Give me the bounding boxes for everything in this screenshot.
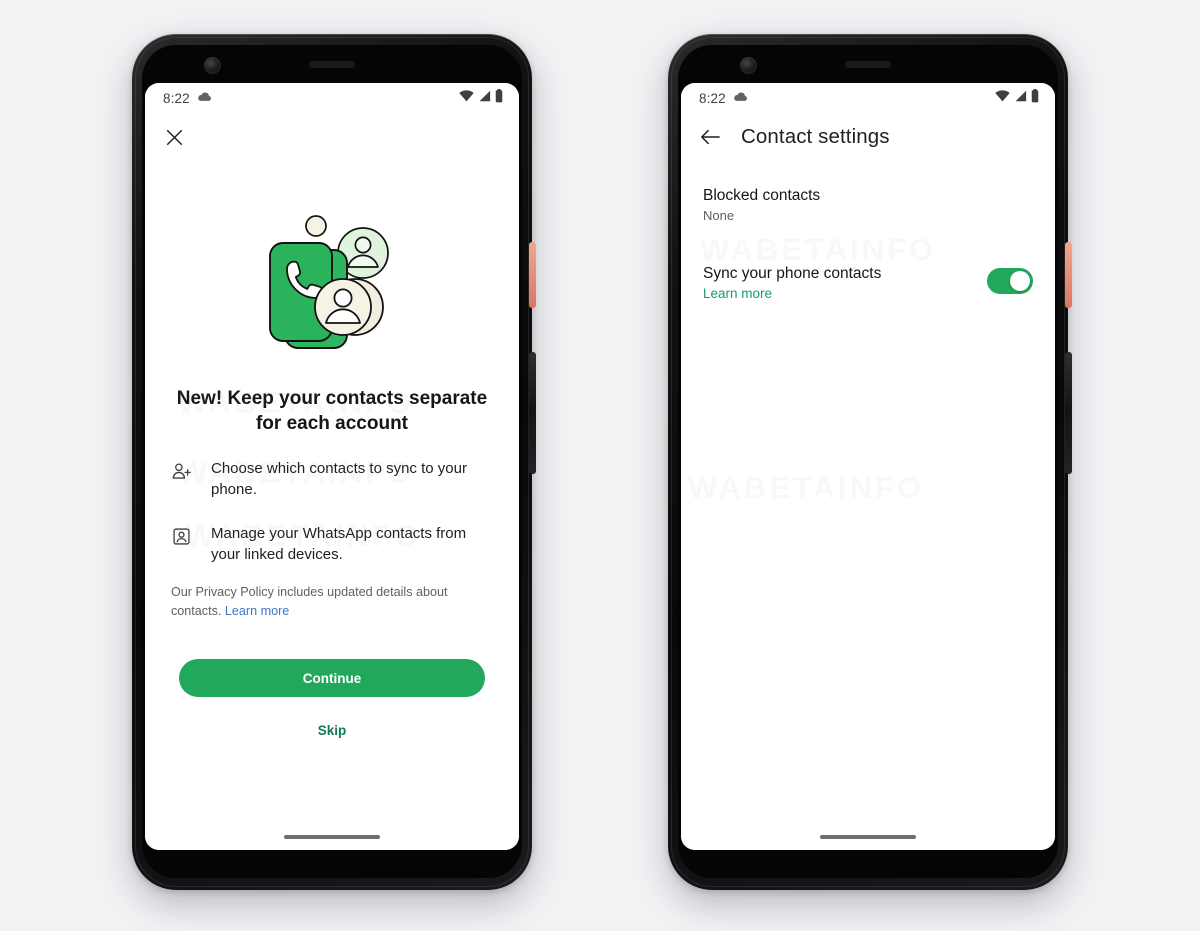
front-camera-icon: [740, 57, 757, 74]
status-bar-left: 8:22: [699, 89, 748, 107]
setting-row-text: Blocked contacts None: [703, 187, 820, 223]
volume-rocker-button[interactable]: [529, 352, 536, 474]
phone-left: 8:22 New! Keep your contacts separate fo…: [132, 34, 536, 890]
status-bar: 8:22: [145, 83, 519, 113]
dot-icon: [305, 215, 327, 237]
setting-row-sync-contacts[interactable]: Sync your phone contacts Learn more: [681, 257, 1055, 309]
setting-row-blocked-contacts[interactable]: Blocked contacts None: [681, 179, 1055, 231]
wifi-icon: [995, 89, 1010, 107]
power-button[interactable]: [529, 242, 536, 308]
top-bezel: [142, 45, 522, 83]
setting-row-title: Sync your phone contacts: [703, 265, 882, 282]
cellular-signal-icon: [478, 89, 491, 107]
battery-icon: [1031, 88, 1039, 108]
earpiece-speaker: [309, 61, 355, 68]
top-bezel: [678, 45, 1058, 83]
screen-left: 8:22 New! Keep your contacts separate fo…: [145, 83, 519, 850]
list-item-label: Choose which contacts to sync to your ph…: [211, 460, 467, 499]
battery-icon: [495, 88, 503, 108]
app-bar-left: [145, 113, 519, 161]
settings-list: Blocked contacts None Sync your phone co…: [681, 161, 1055, 850]
cloud-icon: [733, 89, 748, 107]
cta-area: Continue Skip: [161, 659, 503, 738]
home-indicator[interactable]: [284, 835, 380, 839]
status-bar-right: [995, 88, 1039, 108]
earpiece-speaker: [845, 61, 891, 68]
status-bar: 8:22: [681, 83, 1055, 113]
volume-rocker-button[interactable]: [1065, 352, 1072, 474]
contacts-sync-illustration: [257, 207, 407, 362]
page-title: Contact settings: [741, 125, 890, 148]
bottom-bezel: [678, 850, 1058, 878]
setting-row-title: Blocked contacts: [703, 187, 821, 204]
privacy-policy-text: Our Privacy Policy includes updated deta…: [171, 585, 448, 619]
setting-row-subtitle: None: [703, 208, 735, 223]
bottom-bezel: [142, 850, 522, 878]
cellular-signal-icon: [1014, 89, 1027, 107]
continue-button[interactable]: Continue: [179, 659, 485, 698]
phone-bezel: 8:22: [142, 45, 522, 878]
status-bar-left: 8:22: [163, 89, 212, 107]
status-bar-clock: 8:22: [163, 90, 190, 106]
feature-list: Choose which contacts to sync to your ph…: [161, 458, 503, 587]
power-button[interactable]: [1065, 242, 1072, 308]
app-bar-right: Contact settings: [681, 113, 1055, 161]
onboarding-content: New! Keep your contacts separate for eac…: [145, 161, 519, 850]
setting-row-text: Sync your phone contacts Learn more: [703, 265, 881, 301]
list-item: Choose which contacts to sync to your ph…: [169, 458, 495, 501]
skip-button[interactable]: Skip: [318, 723, 347, 738]
learn-more-link[interactable]: Learn more: [225, 604, 289, 618]
wifi-icon: [459, 89, 474, 107]
close-icon[interactable]: [161, 124, 187, 150]
back-arrow-icon[interactable]: [697, 124, 723, 150]
home-indicator[interactable]: [820, 835, 916, 839]
toggle-knob: [1010, 271, 1030, 291]
status-bar-clock: 8:22: [699, 90, 726, 106]
phone-right: 8:22 Contact settings Blocked contacts N…: [668, 34, 1072, 890]
screenshot-stage: 8:22 New! Keep your contacts separate fo…: [0, 0, 1200, 931]
learn-more-link[interactable]: Learn more: [703, 286, 881, 301]
screen-right: 8:22 Contact settings Blocked contacts N…: [681, 83, 1055, 850]
status-bar-right: [459, 88, 503, 108]
page-title: New! Keep your contacts separate for eac…: [176, 388, 488, 435]
list-item: Manage your WhatsApp contacts from your …: [169, 523, 495, 566]
cloud-icon: [197, 89, 212, 107]
contact-card-icon: [169, 523, 193, 547]
phone-bezel: 8:22: [678, 45, 1058, 878]
sync-contacts-toggle[interactable]: [987, 268, 1033, 294]
privacy-policy-note: Our Privacy Policy includes updated deta…: [161, 583, 503, 621]
person-add-icon: [169, 458, 193, 482]
list-item-label: Manage your WhatsApp contacts from your …: [211, 524, 467, 564]
front-camera-icon: [204, 57, 221, 74]
